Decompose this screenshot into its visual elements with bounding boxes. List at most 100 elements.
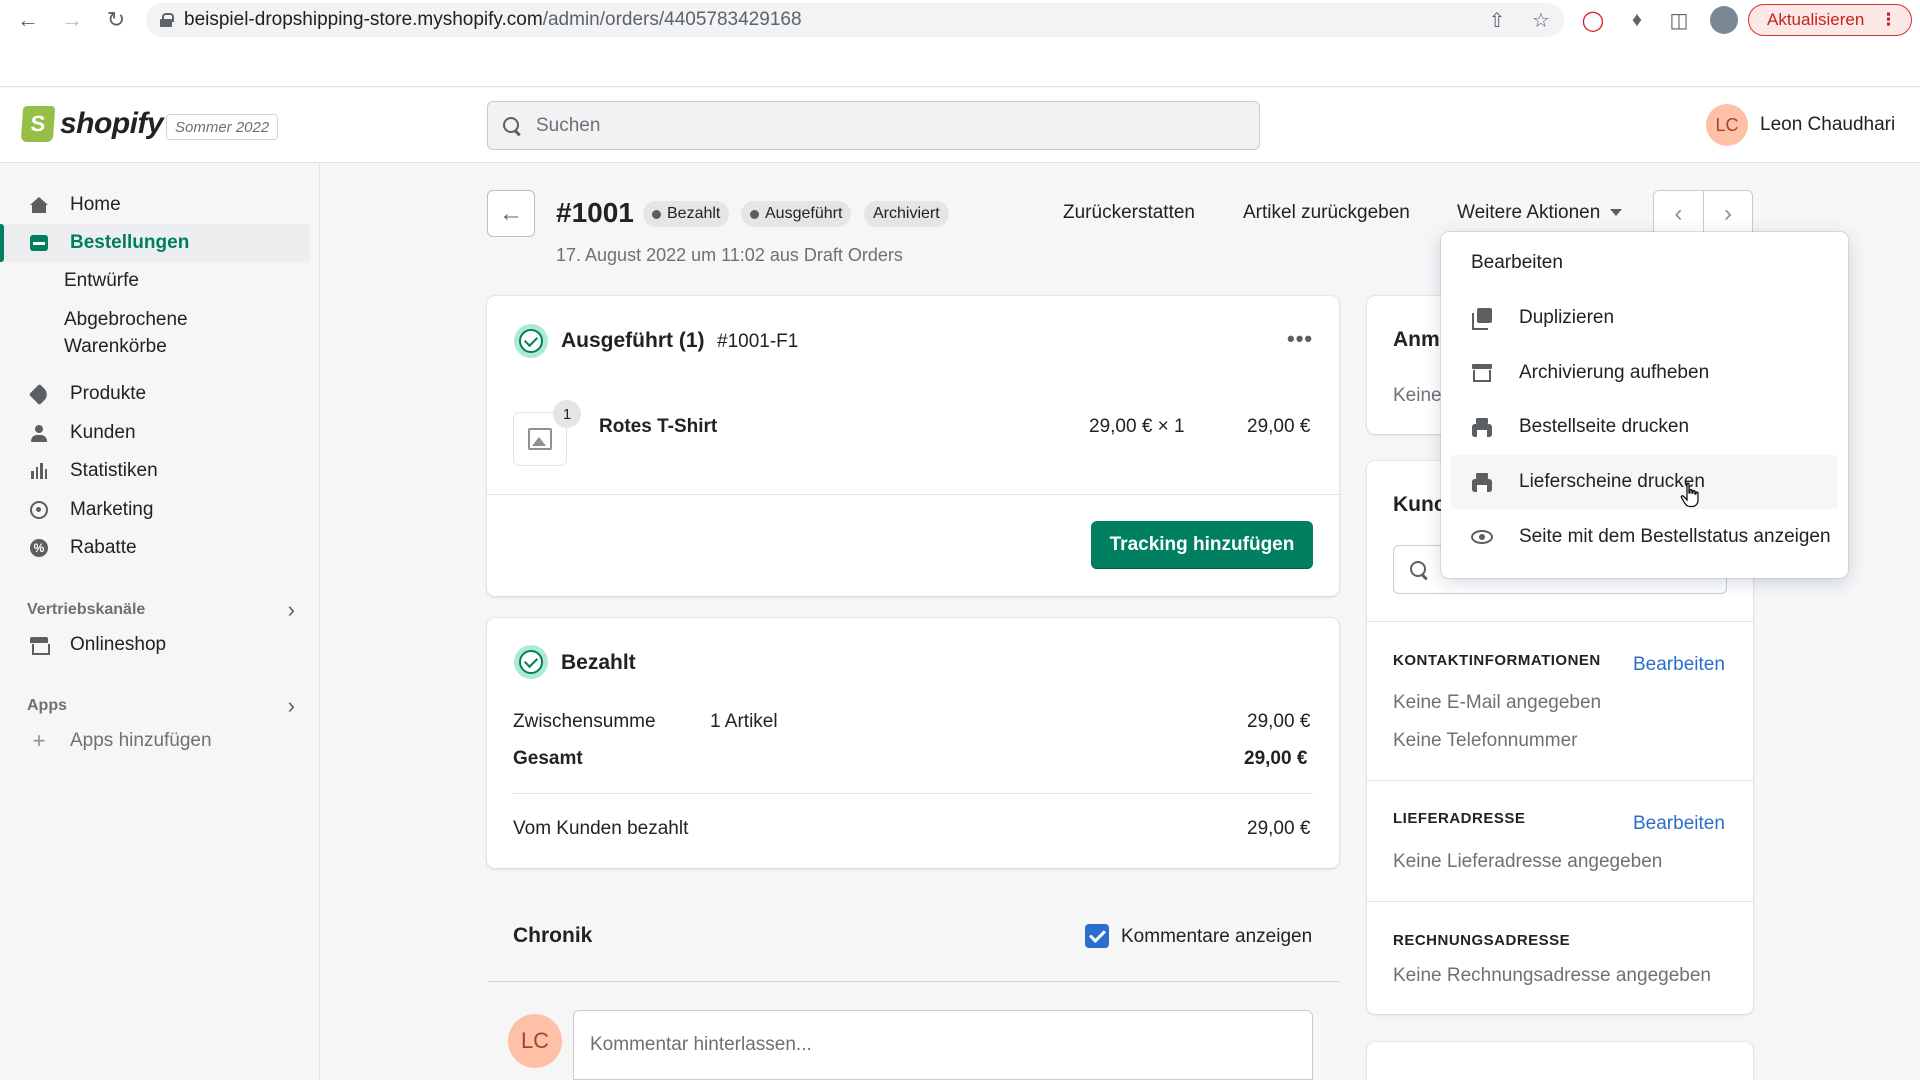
sidebar-item-add-apps[interactable]: + Apps hinzufügen <box>28 728 212 754</box>
back-button[interactable]: ← <box>487 190 535 237</box>
logo-text: shopify <box>60 107 164 140</box>
search-input[interactable] <box>536 114 1216 137</box>
menu-item-label: Duplizieren <box>1519 307 1615 328</box>
show-comments-checkbox[interactable] <box>1085 924 1109 948</box>
product-name-link[interactable]: Rotes T-Shirt <box>599 416 717 438</box>
sidebar-item-label: Apps hinzufügen <box>70 730 212 751</box>
badge-label: Bezahlt <box>667 205 721 222</box>
sidebar-item-products[interactable]: Produkte <box>0 375 310 413</box>
person-icon <box>28 422 50 444</box>
menu-item-duplicate[interactable]: Duplizieren <box>1451 291 1838 345</box>
menu-item-view-order-status[interactable]: Seite mit dem Bestellstatus anzeigen <box>1451 510 1838 564</box>
menu-item-unarchive[interactable]: Archivierung aufheben <box>1451 346 1838 400</box>
sidebar-item-analytics[interactable]: Statistiken <box>0 452 310 490</box>
menu-item-label: Seite mit dem Bestellstatus anzeigen <box>1519 526 1831 547</box>
sidebar-item-label: Onlineshop <box>70 634 167 655</box>
sidebar-item-marketing[interactable]: Marketing <box>0 491 310 529</box>
notes-title: Anm <box>1393 328 1440 351</box>
chevron-right-icon: › <box>287 597 295 622</box>
edit-shipping-link[interactable]: Bearbeiten <box>1633 813 1725 835</box>
sidebar-item-customers[interactable]: Kunden <box>0 414 310 452</box>
bar-chart-icon <box>28 460 50 482</box>
refund-button[interactable]: Zurückerstatten <box>1063 202 1195 224</box>
more-horizontal-icon[interactable]: ••• <box>1287 326 1313 352</box>
hand-cursor-icon <box>1680 482 1699 508</box>
fulfillment-id: #1001-F1 <box>717 331 799 352</box>
menu-item-label: Lieferscheine drucken <box>1519 471 1705 492</box>
sidebar-item-drafts[interactable]: Entwürfe <box>64 267 139 294</box>
profile-avatar-icon[interactable] <box>1710 6 1738 34</box>
archive-icon <box>1471 362 1493 384</box>
shopify-logo[interactable]: S shopify <box>20 106 164 142</box>
item-line-total: 29,00 € <box>1247 416 1311 437</box>
search-bar[interactable] <box>487 101 1260 150</box>
browser-toolbar: ← → ↻ beispiel-dropshipping-store.myshop… <box>0 0 1920 40</box>
page-title: #1001 <box>556 197 634 228</box>
comment-avatar: LC <box>508 1014 562 1068</box>
search-icon <box>502 116 522 136</box>
orders-icon <box>28 232 50 254</box>
browser-forward-icon[interactable]: → <box>52 0 92 40</box>
section-label: Apps <box>27 697 67 714</box>
menu-item-label: Bearbeiten <box>1471 252 1563 273</box>
show-comments-label[interactable]: Kommentare anzeigen <box>1121 926 1312 948</box>
sidebar-item-orders[interactable]: Bestellungen <box>0 224 310 262</box>
more-vert-icon[interactable]: ⋮ <box>1880 10 1897 30</box>
divider <box>487 494 1339 495</box>
store-icon <box>28 634 50 656</box>
no-shipping-text: Keine Lieferadresse angegeben <box>1393 851 1663 872</box>
status-badge-archived: Archiviert <box>864 201 949 227</box>
browser-back-icon[interactable]: ← <box>8 0 48 40</box>
fulfillment-title: Ausgeführt (1) <box>561 329 705 352</box>
extension-opera-icon[interactable]: ◯ <box>1580 7 1606 33</box>
status-badge-paid: Bezahlt <box>643 201 730 227</box>
return-items-button[interactable]: Artikel zurückgeben <box>1243 202 1410 224</box>
shopify-bag-icon: S <box>20 106 56 142</box>
timeline-title: Chronik <box>513 924 593 947</box>
menu-item-edit[interactable]: Bearbeiten <box>1451 236 1838 290</box>
arrow-left-icon: ← <box>499 199 523 227</box>
user-name: Leon Chaudhari <box>1760 114 1896 135</box>
address-bar[interactable]: beispiel-dropshipping-store.myshopify.co… <box>146 3 1564 37</box>
no-phone-text: Keine Telefonnummer <box>1393 730 1578 751</box>
url-host: beispiel-dropshipping-store.myshopify.co… <box>184 9 543 30</box>
divider <box>1367 780 1753 781</box>
browser-reload-icon[interactable]: ↻ <box>96 0 136 40</box>
edit-contact-link[interactable]: Bearbeiten <box>1633 654 1725 676</box>
sidebar-item-online-store[interactable]: Onlineshop <box>0 626 310 664</box>
user-menu[interactable]: LC Leon Chaudhari <box>1706 104 1895 146</box>
total-value: 29,00 € <box>1244 748 1308 769</box>
image-placeholder-icon <box>528 428 552 450</box>
edition-badge: Sommer 2022 <box>166 114 279 140</box>
sidebar-item-label: Statistiken <box>70 460 158 481</box>
sidebar-section-sales-channels[interactable]: Vertriebskanäle › <box>27 597 295 623</box>
sidebar-item-abandoned[interactable]: Abgebrochene Warenkörbe <box>64 306 188 360</box>
update-button[interactable]: Aktualisieren ⋮ <box>1748 4 1912 36</box>
previous-order-icon[interactable]: ‹ <box>1654 191 1703 236</box>
sidebar: Home Bestellungen Entwürfe Abgebrochene … <box>0 164 320 1080</box>
menu-item-print-packing-slips[interactable]: Lieferscheine drucken <box>1451 455 1838 509</box>
divider <box>487 981 1339 982</box>
next-order-icon[interactable]: › <box>1702 191 1752 236</box>
print-icon <box>1471 471 1493 493</box>
sidebar-item-label: Abgebrochene <box>64 309 188 330</box>
sidebar-item-discounts[interactable]: % Rabatte <box>0 529 310 567</box>
side-panel-icon[interactable]: ◫ <box>1666 7 1692 33</box>
comment-input[interactable] <box>573 1010 1313 1080</box>
browser-bookmarks-area <box>0 40 1920 87</box>
more-actions-menu: Bearbeiten Duplizieren Archivierung aufh… <box>1441 232 1848 578</box>
total-label: Gesamt <box>513 748 583 769</box>
add-tracking-button[interactable]: Tracking hinzufügen <box>1091 521 1313 569</box>
sidebar-item-home[interactable]: Home <box>0 186 310 224</box>
divider <box>1367 621 1753 622</box>
home-icon <box>28 194 50 216</box>
divider <box>513 793 1313 794</box>
contact-info-label: KONTAKTINFORMATIONEN <box>1393 652 1601 669</box>
payment-title: Bezahlt <box>561 651 636 674</box>
menu-item-print-order[interactable]: Bestellseite drucken <box>1451 400 1838 454</box>
more-actions-button[interactable]: Weitere Aktionen <box>1457 202 1623 224</box>
share-icon[interactable]: ⇧ <box>1484 7 1510 33</box>
extensions-puzzle-icon[interactable]: ♦ <box>1624 7 1650 33</box>
bookmark-star-icon[interactable]: ☆ <box>1528 7 1554 33</box>
sidebar-section-apps[interactable]: Apps › <box>27 693 295 719</box>
